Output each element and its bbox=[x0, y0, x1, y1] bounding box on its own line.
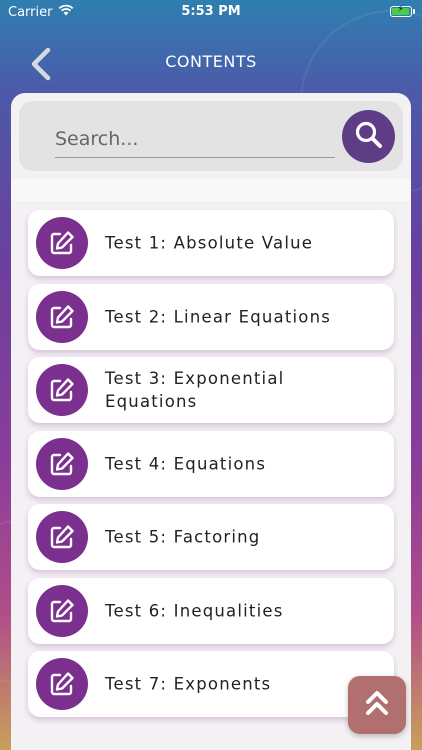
edit-icon bbox=[36, 437, 88, 490]
search-input[interactable] bbox=[55, 121, 335, 158]
nav-bar: CONTENTS bbox=[0, 38, 422, 88]
list-item[interactable]: Test 7: Exponents bbox=[28, 651, 394, 717]
battery-icon: ⚡ bbox=[390, 4, 415, 17]
edit-icon bbox=[36, 364, 88, 416]
list-item-label: Test 1: Absolute Value bbox=[105, 233, 314, 253]
edit-icon bbox=[36, 584, 88, 637]
list-item[interactable]: Test 5: Factoring bbox=[28, 504, 394, 570]
list-item[interactable]: Test 3: Exponential Equations bbox=[28, 357, 394, 423]
list-item[interactable]: Test 1: Absolute Value bbox=[28, 210, 394, 276]
contents-panel: Test 1: Absolute Value Test 2: Linear Equ… bbox=[11, 93, 411, 750]
edit-icon bbox=[36, 658, 88, 710]
list-item-label: Test 2: Linear Equations bbox=[105, 307, 332, 326]
search-icon bbox=[354, 120, 384, 154]
list-item[interactable]: Test 6: Inequalities bbox=[28, 577, 394, 644]
page-title: CONTENTS bbox=[165, 52, 257, 71]
charging-bolt-icon: ⚡ bbox=[397, 4, 405, 15]
list-item[interactable]: Test 4: Equations bbox=[28, 430, 394, 497]
double-chevron-up-icon bbox=[364, 689, 390, 721]
test-list: Test 1: Absolute Value Test 2: Linear Equ… bbox=[28, 210, 394, 725]
divider bbox=[11, 179, 411, 201]
edit-icon bbox=[36, 290, 88, 343]
list-item-label: Test 4: Equations bbox=[105, 454, 267, 473]
list-item[interactable]: Test 2: Linear Equations bbox=[28, 283, 394, 350]
edit-icon bbox=[36, 511, 88, 563]
edit-icon bbox=[36, 217, 88, 269]
list-item-label: Test 5: Factoring bbox=[105, 527, 261, 547]
list-item-label: Test 6: Inequalities bbox=[105, 601, 284, 620]
app-screen: Carrier 5:53 PM ⚡ CONTENTS Search... Tes… bbox=[0, 0, 422, 750]
list-item-label: Test 7: Exponents bbox=[105, 674, 272, 694]
status-bar: Carrier 5:53 PM ⚡ bbox=[0, 0, 422, 24]
search-bar bbox=[19, 101, 403, 171]
scroll-to-top-button[interactable] bbox=[348, 676, 406, 734]
search-button[interactable] bbox=[342, 110, 395, 163]
list-item-label: Test 3: Exponential Equations bbox=[105, 369, 285, 411]
status-time: 5:53 PM bbox=[181, 4, 241, 19]
